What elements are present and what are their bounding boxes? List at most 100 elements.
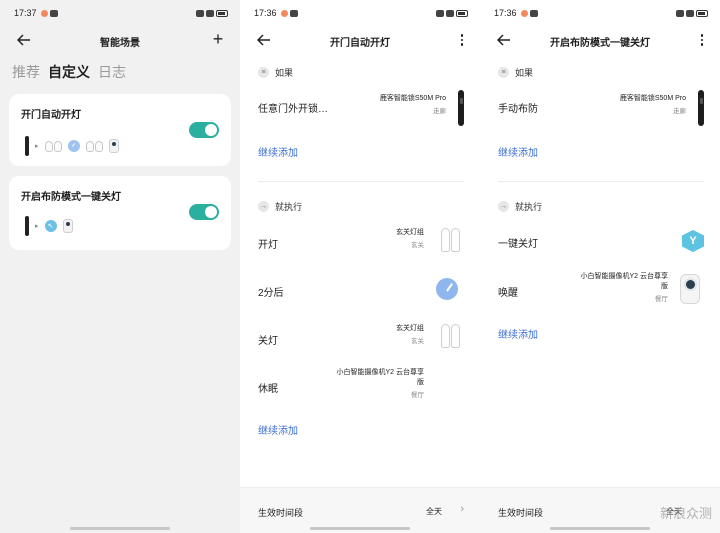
add-action-link[interactable]: 继续添加: [258, 422, 298, 437]
if-section-header: ≡ 如果: [498, 66, 533, 79]
scene-card[interactable]: 开门自动开灯 ▸: [9, 94, 231, 166]
scene-detail-screen: 17:36 开启布防模式一键关灯 ≡ 如果 手动布防 鹿客智能锁S50M Pro…: [480, 0, 720, 533]
status-time: 17:37: [14, 8, 37, 18]
signal-icon: [196, 9, 204, 17]
back-button[interactable]: [254, 30, 274, 50]
effective-time-label: 生效时间段: [258, 508, 304, 518]
device-room: 走廊: [433, 108, 446, 115]
scenes-list-screen: 17:37 智能场景 + 推荐 自定义 日志 开门自动开灯 ▸ 开启布防模式一键…: [0, 0, 240, 533]
device-name: 玄关灯组: [396, 229, 424, 236]
scene-toggle[interactable]: [189, 122, 219, 138]
battery-icon: [696, 9, 708, 17]
page-title: 智能场景: [100, 38, 140, 49]
top-bar: 开启布防模式一键关灯: [480, 28, 720, 52]
notification-icon: [40, 9, 48, 17]
list-icon: ≡: [258, 67, 269, 78]
lock-icon: [458, 90, 464, 126]
condition-device: 鹿客智能锁S50M Pro 走廊: [336, 94, 446, 117]
if-section-header: ≡ 如果: [258, 66, 293, 79]
effective-time-label: 生效时间段: [498, 508, 544, 518]
top-bar: 智能场景 +: [0, 28, 240, 52]
section-divider: [498, 181, 704, 182]
device-name: 鹿客智能锁S50M Pro: [619, 95, 686, 102]
smart-hub-icon: Y: [682, 230, 704, 252]
action-label: 休眠: [258, 384, 278, 395]
scene-device-icons: ▸ ↖: [25, 216, 73, 236]
bulb-icon: [85, 140, 103, 152]
back-button[interactable]: [14, 30, 34, 50]
scene-card[interactable]: 开启布防模式一键关灯 ▸ ↖: [9, 176, 231, 250]
condition-label: 手动布防: [498, 104, 538, 115]
watermark: 新浪众测: [659, 506, 712, 521]
tab-log[interactable]: 日志: [98, 62, 126, 82]
action-row[interactable]: 关灯 玄关灯组 玄关: [258, 320, 464, 356]
app-notification-icon: [49, 9, 58, 17]
list-icon: ≡: [498, 67, 509, 78]
status-bar: 17:36: [254, 6, 468, 20]
condition-label: 任意门外开锁…: [258, 104, 328, 115]
bulb-icon: [441, 228, 460, 252]
battery-icon: [456, 9, 468, 17]
status-indicators: [436, 9, 468, 17]
status-indicators: [196, 9, 228, 17]
add-scene-button[interactable]: +: [208, 29, 228, 49]
back-arrow-icon: [497, 34, 510, 46]
action-row[interactable]: 2分后: [258, 276, 464, 306]
app-notification-icon: [529, 9, 538, 17]
more-menu-button[interactable]: [698, 30, 706, 50]
lock-icon: [25, 216, 29, 236]
if-condition-row[interactable]: 手动布防 鹿客智能锁S50M Pro 走廊: [498, 88, 704, 128]
action-label: 一键关灯: [498, 239, 538, 250]
action-row[interactable]: 开灯 玄关灯组 玄关: [258, 224, 464, 260]
notification-icon: [520, 9, 528, 17]
camera-icon: [680, 274, 700, 304]
action-device: 小白智能摄像机Y2 云台尊享版 餐厅: [334, 368, 424, 401]
scene-device-icons: ▸: [25, 136, 119, 156]
notification-icon: [280, 9, 288, 17]
battery-icon: [216, 9, 228, 17]
home-indicator: [70, 527, 170, 530]
bulb-icon: [441, 324, 460, 348]
scene-toggle[interactable]: [189, 204, 219, 220]
status-bar: 17:36: [494, 6, 708, 20]
then-label: 就执行: [275, 202, 303, 212]
scene-tabs: 推荐 自定义 日志: [12, 62, 126, 82]
action-device: 玄关灯组 玄关: [324, 228, 424, 251]
scene-card-title: 开启布防模式一键关灯: [21, 192, 121, 203]
page-title: 开启布防模式一键关灯: [550, 38, 650, 49]
add-action-link[interactable]: 继续添加: [498, 326, 538, 341]
action-row[interactable]: 唤醒 小白智能摄像机Y2 云台尊享版 餐厅: [498, 268, 704, 310]
scene-card-title: 开门自动开灯: [21, 110, 81, 121]
status-indicators: [676, 9, 708, 17]
action-label: 关灯: [258, 336, 278, 347]
then-section-header: → 就执行: [498, 200, 542, 213]
device-name: 玄关灯组: [396, 325, 424, 332]
back-button[interactable]: [494, 30, 514, 50]
back-arrow-icon: [257, 34, 270, 46]
app-notification-icon: [289, 9, 298, 17]
top-bar: 开门自动开灯: [240, 28, 480, 52]
status-time: 17:36: [254, 8, 277, 18]
device-name: 小白智能摄像机Y2 云台尊享版: [580, 273, 668, 290]
clock-icon: [436, 278, 458, 300]
wifi-icon: [446, 9, 454, 17]
if-condition-row[interactable]: 任意门外开锁… 鹿客智能锁S50M Pro 走廊: [258, 88, 464, 128]
tab-custom[interactable]: 自定义: [48, 62, 90, 82]
add-condition-link[interactable]: 继续添加: [498, 144, 538, 159]
device-room: 玄关: [411, 242, 424, 249]
home-indicator: [310, 527, 410, 530]
if-label: 如果: [275, 68, 294, 78]
then-label: 就执行: [515, 202, 543, 212]
camera-icon: [108, 139, 119, 153]
clock-icon: [67, 140, 80, 152]
lock-icon: [25, 136, 29, 156]
action-row[interactable]: 休眠 小白智能摄像机Y2 云台尊享版 餐厅: [258, 366, 464, 406]
device-name: 小白智能摄像机Y2 云台尊享版: [336, 369, 424, 386]
tab-recommend[interactable]: 推荐: [12, 62, 40, 82]
device-room: 走廊: [673, 108, 686, 115]
more-menu-button[interactable]: [458, 30, 466, 50]
device-room: 玄关: [411, 338, 424, 345]
if-label: 如果: [515, 68, 534, 78]
add-condition-link[interactable]: 继续添加: [258, 144, 298, 159]
action-row[interactable]: 一键关灯 Y: [498, 226, 704, 256]
